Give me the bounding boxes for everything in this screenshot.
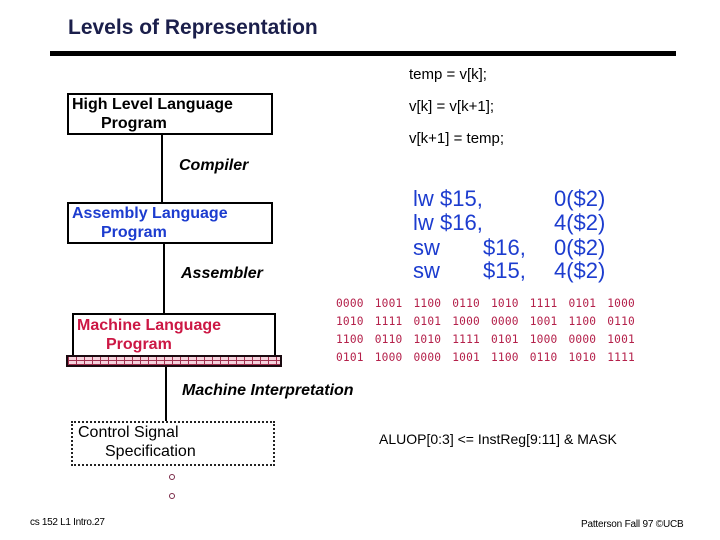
machine-code-word: 0101 xyxy=(491,333,519,346)
machine-code-word: 1000 xyxy=(607,297,635,310)
asm-op: sw xyxy=(413,235,440,260)
control-rtl-statement: ALUOP[0:3] <= InstReg[9:11] & MASK xyxy=(379,431,617,447)
machine-code-row: 0101 1000 0000 1001 1100 0110 1010 1111 xyxy=(336,352,646,364)
asm-addr: 0($2) xyxy=(554,186,606,211)
machine-code-word: 1001 xyxy=(374,297,403,310)
machine-code-word: 1000 xyxy=(529,333,558,346)
connector-ml-to-cs xyxy=(165,367,167,421)
continuation-dot-icon xyxy=(169,493,175,499)
asm-addr: 4($2) xyxy=(554,210,606,235)
control-label-line1: Control Signal xyxy=(78,424,179,441)
machine-code-word: 1100 xyxy=(491,351,519,364)
machine-code-word: 0101 xyxy=(568,297,597,310)
machine-code-word: 1010 xyxy=(413,333,442,346)
machine-language-box: Machine Language Program xyxy=(72,313,276,357)
machine-code-row: 0000 1001 1100 0110 1010 1111 0101 1000 xyxy=(336,298,646,310)
machine-code-word: 1001 xyxy=(607,333,635,346)
title-underline xyxy=(50,51,676,56)
asm-addr: 0($2) xyxy=(554,235,606,260)
footer-slide-id: cs 152 L1 Intro.27 xyxy=(30,517,105,528)
machine-code-word: 1000 xyxy=(374,351,403,364)
compiler-label: Compiler xyxy=(179,157,249,174)
machine-code-word: 0101 xyxy=(413,315,442,328)
machine-code-word: 0101 xyxy=(336,351,364,364)
control-label-line2: Specification xyxy=(105,443,196,460)
control-signal-box: Control Signal Specification xyxy=(71,421,275,466)
asm-reg: $15, xyxy=(483,258,526,283)
machine-code-word: 0000 xyxy=(336,297,364,310)
brick-pattern-bar xyxy=(66,355,282,367)
machine-code-word: 0000 xyxy=(491,315,519,328)
connector-hll-to-asm xyxy=(161,135,163,202)
machine-code-word: 1001 xyxy=(452,351,480,364)
machine-interpretation-label: Machine Interpretation xyxy=(182,382,354,399)
assembly-label-line1: Assembly Language xyxy=(72,205,228,222)
machine-code-word: 1111 xyxy=(607,351,635,364)
machine-code-word: 1001 xyxy=(529,315,558,328)
machine-code-row: 1010 1111 0101 1000 0000 1001 1100 0110 xyxy=(336,316,646,328)
machine-code-word: 0000 xyxy=(413,351,442,364)
hll-code-line: temp = v[k]; xyxy=(409,66,487,83)
high-level-label-line2: Program xyxy=(101,115,167,132)
machine-code-word: 0110 xyxy=(452,297,480,310)
machine-code-word: 0110 xyxy=(529,351,558,364)
high-level-label-line1: High Level Language xyxy=(72,96,233,113)
machine-code-word: 1111 xyxy=(452,333,480,346)
assembly-language-box: Assembly Language Program xyxy=(67,202,273,244)
asm-reg: $16, xyxy=(483,235,526,260)
machine-code-row: 1100 0110 1010 1111 0101 1000 0000 1001 xyxy=(336,334,646,346)
machine-code-word: 1111 xyxy=(374,315,403,328)
asm-op: lw xyxy=(413,210,434,235)
asm-reg: $16, xyxy=(440,210,483,235)
machine-code-word: 1100 xyxy=(413,297,442,310)
machine-code-word: 0110 xyxy=(374,333,403,346)
machine-code-word: 1010 xyxy=(336,315,364,328)
asm-addr: 4($2) xyxy=(554,258,606,283)
hll-code-line: v[k] = v[k+1]; xyxy=(409,98,495,115)
assembly-label-line2: Program xyxy=(101,224,167,241)
continuation-dot-icon xyxy=(169,474,175,480)
machine-code-word: 0110 xyxy=(607,315,635,328)
assembler-label: Assembler xyxy=(181,265,263,282)
footer-credit: Patterson Fall 97 ©UCB xyxy=(581,519,684,530)
asm-op: lw xyxy=(413,186,434,211)
machine-code-word: 1100 xyxy=(568,315,597,328)
machine-code-word: 1111 xyxy=(529,297,558,310)
slide-title: Levels of Representation xyxy=(68,16,318,39)
asm-reg: $15, xyxy=(440,186,483,211)
machine-code-word: 0000 xyxy=(568,333,597,346)
machine-code-word: 1010 xyxy=(568,351,597,364)
connector-asm-to-ml xyxy=(163,244,165,313)
machine-code-word: 1000 xyxy=(452,315,480,328)
high-level-language-box: High Level Language Program xyxy=(67,93,273,135)
machine-code-word: 1100 xyxy=(336,333,364,346)
hll-code-line: v[k+1] = temp; xyxy=(409,130,505,147)
machine-label-line1: Machine Language xyxy=(77,317,222,334)
machine-label-line2: Program xyxy=(106,336,172,353)
asm-op: sw xyxy=(413,258,440,283)
machine-code-word: 1010 xyxy=(491,297,519,310)
